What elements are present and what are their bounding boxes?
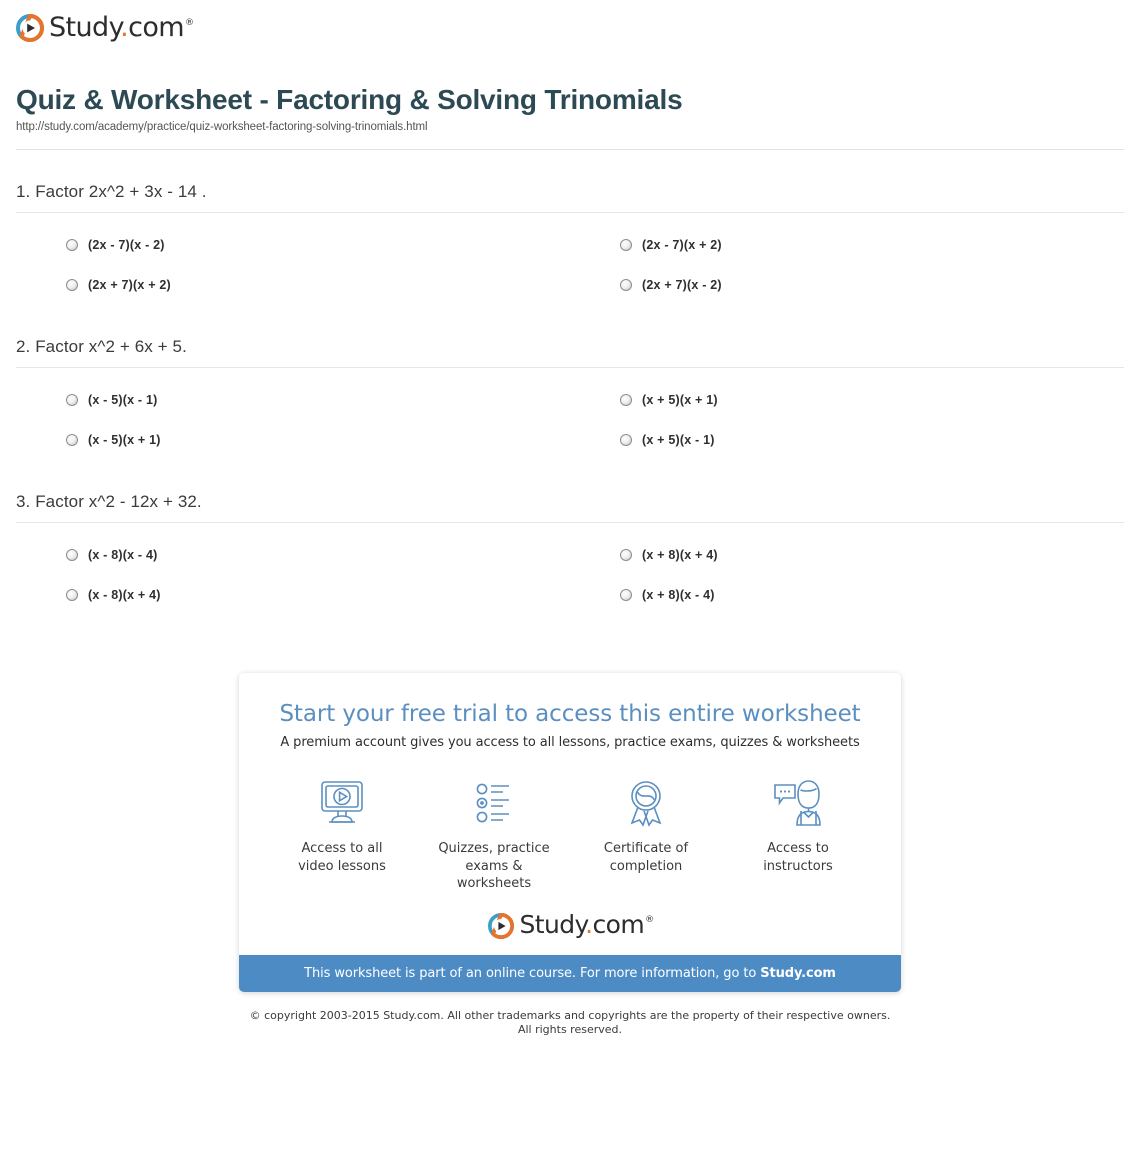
page-url: http://study.com/academy/practice/quiz-w… — [16, 121, 428, 133]
option-3c[interactable]: (x - 8)(x + 4) — [16, 575, 570, 615]
logo-word-main: Study — [49, 11, 121, 43]
logo-word-tld: com — [128, 11, 184, 43]
site-header: Study.com® — [0, 0, 1140, 62]
radio-button-icon[interactable] — [66, 239, 78, 251]
promo-study-logo[interactable]: Study.com® — [239, 899, 901, 955]
option-2b[interactable]: (x + 5)(x + 1) — [570, 380, 1124, 420]
option-label: (2x + 7)(x + 2) — [88, 278, 171, 292]
option-label: (x - 8)(x - 4) — [88, 548, 158, 562]
option-label: (x + 5)(x - 1) — [642, 433, 715, 447]
banner-link[interactable]: Study.com — [760, 966, 836, 981]
option-2c[interactable]: (x - 5)(x + 1) — [16, 420, 570, 460]
radio-button-icon[interactable] — [620, 239, 632, 251]
checklist-icon — [427, 776, 561, 830]
question-3: 3. Factor x^2 - 12x + 32. (x - 8)(x - 4)… — [16, 460, 1124, 615]
copyright-line-1: © copyright 2003-2015 Study.com. All oth… — [249, 1008, 891, 1022]
feature-label: Access to all video lessons — [298, 841, 386, 874]
question-text: 3. Factor x^2 - 12x + 32. — [16, 492, 202, 511]
logo-word-dot: . — [120, 11, 129, 43]
option-2d[interactable]: (x + 5)(x - 1) — [570, 420, 1124, 460]
radio-button-icon[interactable] — [66, 279, 78, 291]
radio-button-icon[interactable] — [620, 394, 632, 406]
promo-subtitle: A premium account gives you access to al… — [280, 735, 860, 750]
feature-label: Certificate of completion — [603, 841, 689, 874]
option-label: (x + 8)(x - 4) — [642, 588, 715, 602]
feature-label: Access to instructors — [763, 841, 833, 874]
option-label: (2x + 7)(x - 2) — [642, 278, 722, 292]
feature-certificate: Certificate of completion — [579, 776, 713, 893]
option-label: (x - 5)(x + 1) — [88, 433, 161, 447]
feature-quizzes: Quizzes, practice exams & worksheets — [427, 776, 561, 893]
option-1c[interactable]: (2x + 7)(x + 2) — [16, 265, 570, 305]
registered-trademark-icon: ® — [184, 17, 194, 28]
question-1: 1. Factor 2x^2 + 3x - 14 . (2x - 7)(x - … — [16, 150, 1124, 305]
award-ribbon-icon — [579, 776, 713, 830]
option-label: (x + 8)(x + 4) — [642, 548, 718, 562]
study-play-circle-icon — [16, 13, 44, 43]
registered-trademark-icon: ® — [645, 915, 654, 926]
feature-instructors: Access to instructors — [731, 776, 865, 893]
option-3b[interactable]: (x + 8)(x + 4) — [570, 535, 1124, 575]
option-1d[interactable]: (2x + 7)(x - 2) — [570, 265, 1124, 305]
page-title: Quiz & Worksheet - Factoring & Solving T… — [16, 84, 683, 115]
questions-list: 1. Factor 2x^2 + 3x - 14 . (2x - 7)(x - … — [0, 150, 1140, 615]
radio-button-icon[interactable] — [66, 589, 78, 601]
feature-video-lessons: Access to all video lessons — [275, 776, 409, 893]
option-label: (x - 5)(x - 1) — [88, 393, 158, 407]
options-group: (x - 5)(x - 1) (x + 5)(x + 1) (x - 5)(x … — [16, 380, 1124, 460]
option-3d[interactable]: (x + 8)(x - 4) — [570, 575, 1124, 615]
study-play-circle-icon — [487, 912, 514, 939]
radio-button-icon[interactable] — [66, 394, 78, 406]
radio-button-icon[interactable] — [620, 589, 632, 601]
question-text: 1. Factor 2x^2 + 3x - 14 . — [16, 182, 207, 201]
option-1a[interactable]: (2x - 7)(x - 2) — [16, 225, 570, 265]
radio-button-icon[interactable] — [620, 549, 632, 561]
option-label: (x + 5)(x + 1) — [642, 393, 718, 407]
copyright-line-2: All rights reserved. — [517, 1023, 623, 1037]
options-group: (x - 8)(x - 4) (x + 8)(x + 4) (x - 8)(x … — [16, 535, 1124, 615]
promo-section: Start your free trial to access this ent… — [0, 673, 1140, 992]
feature-list: Access to all video lessons Quizzes, prac… — [239, 754, 901, 899]
question-text: 2. Factor x^2 + 6x + 5. — [16, 337, 187, 356]
promo-header: Start your free trial to access this ent… — [239, 673, 901, 754]
radio-button-icon[interactable] — [66, 434, 78, 446]
radio-button-icon[interactable] — [620, 434, 632, 446]
option-1b[interactable]: (2x - 7)(x + 2) — [570, 225, 1124, 265]
option-label: (2x - 7)(x + 2) — [642, 238, 722, 252]
question-2: 2. Factor x^2 + 6x + 5. (x - 5)(x - 1) (… — [16, 305, 1124, 460]
study-logo[interactable]: Study.com® — [16, 11, 1140, 43]
monitor-play-icon — [275, 776, 409, 830]
radio-button-icon[interactable] — [620, 279, 632, 291]
instructor-chat-icon — [731, 776, 865, 830]
promo-title: Start your free trial to access this ent… — [279, 701, 861, 727]
question-divider — [16, 212, 1124, 213]
logo-word-tld: com — [592, 910, 645, 940]
options-group: (2x - 7)(x - 2) (2x - 7)(x + 2) (2x + 7)… — [16, 225, 1124, 305]
title-block: Quiz & Worksheet - Factoring & Solving T… — [0, 62, 1140, 133]
option-label: (2x - 7)(x - 2) — [88, 238, 165, 252]
option-label: (x - 8)(x + 4) — [88, 588, 161, 602]
online-course-banner: This worksheet is part of an online cour… — [239, 954, 901, 992]
banner-text: This worksheet is part of an online cour… — [304, 965, 761, 981]
copyright-footer: © copyright 2003-2015 Study.com. All oth… — [0, 1009, 1140, 1039]
logo-wordmark: Study.com® — [49, 11, 194, 43]
option-3a[interactable]: (x - 8)(x - 4) — [16, 535, 570, 575]
feature-label: Quizzes, practice exams & worksheets — [438, 841, 550, 892]
logo-wordmark: Study.com® — [519, 910, 655, 940]
logo-word-main: Study — [519, 910, 586, 940]
free-trial-card: Start your free trial to access this ent… — [239, 673, 901, 992]
option-2a[interactable]: (x - 5)(x - 1) — [16, 380, 570, 420]
question-divider — [16, 367, 1124, 368]
question-divider — [16, 522, 1124, 523]
radio-button-icon[interactable] — [66, 549, 78, 561]
